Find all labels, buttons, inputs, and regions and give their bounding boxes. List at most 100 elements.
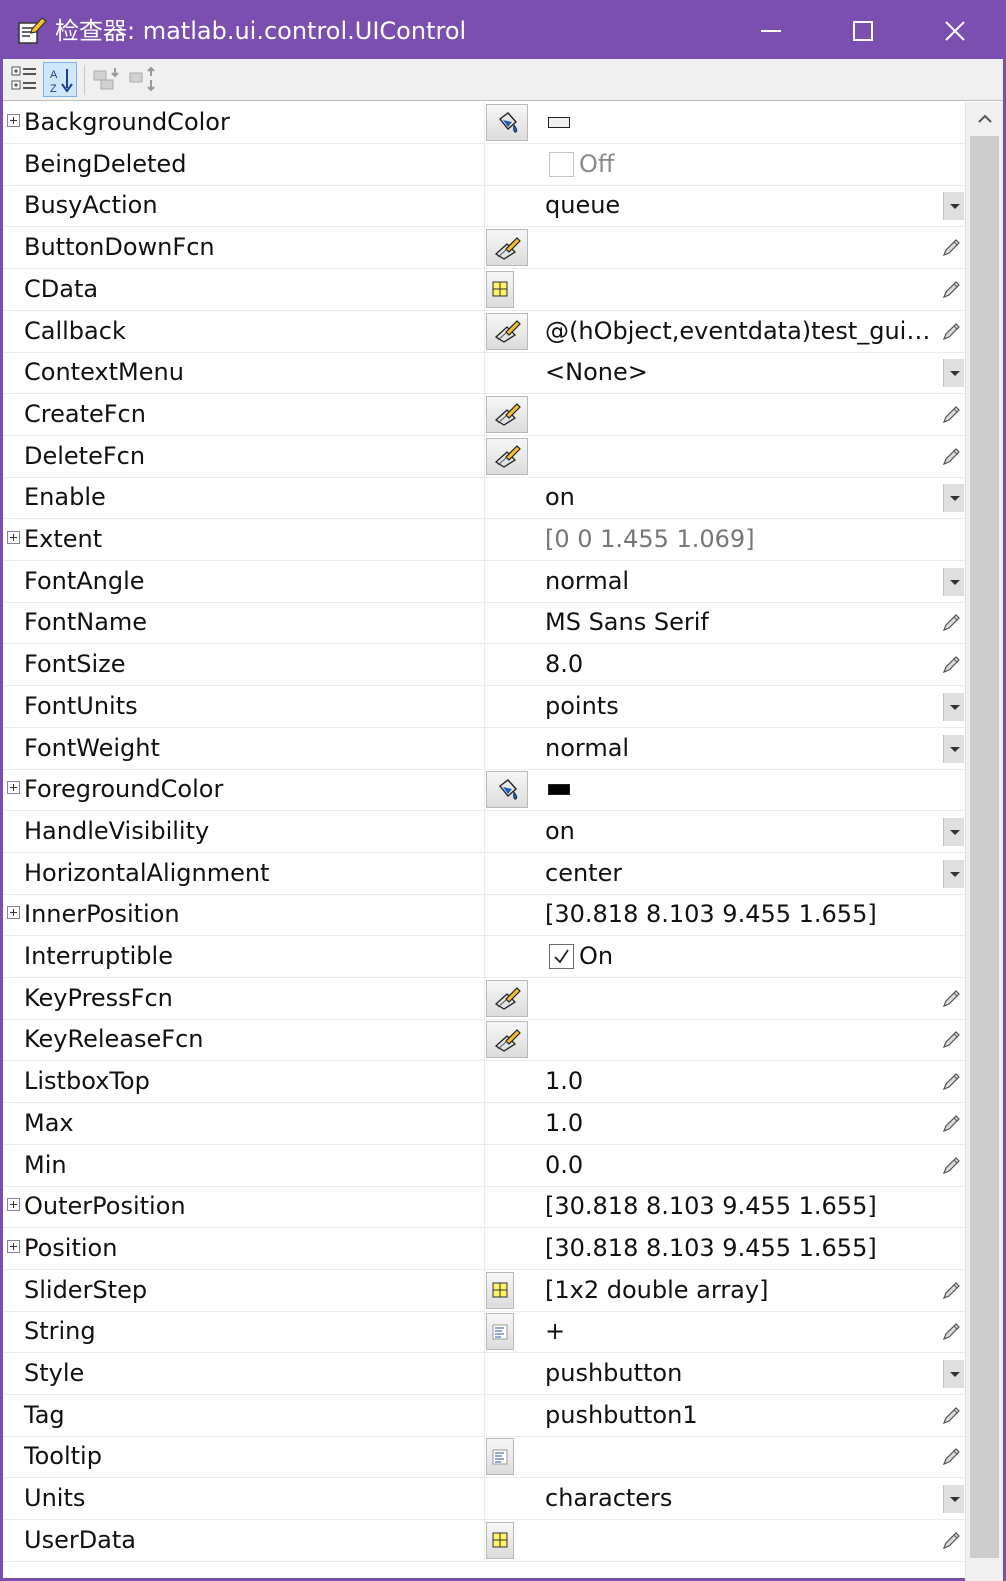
dropdown-arrow[interactable]	[943, 734, 964, 763]
pencil-icon[interactable]	[941, 1404, 963, 1426]
pencil-icon[interactable]	[941, 1070, 963, 1092]
expand-toggle[interactable]	[7, 114, 20, 127]
dropdown-arrow[interactable]	[943, 692, 964, 721]
matrix-editor-button[interactable]	[486, 1271, 514, 1309]
property-row-callback[interactable]: Callback @(hObject,eventdata)test_gui('p.…	[3, 310, 965, 353]
callback-editor-button[interactable]	[486, 395, 528, 433]
property-value[interactable]: @(hObject,eventdata)test_gui('p...	[545, 311, 935, 352]
text-editor-button[interactable]	[486, 1438, 514, 1476]
property-row-button-down-fcn[interactable]: ButtonDownFcn	[3, 227, 965, 270]
property-row-being-deleted[interactable]: BeingDeleted Off	[3, 143, 965, 186]
dropdown-arrow[interactable]	[943, 1485, 964, 1514]
property-value[interactable]: normal	[545, 728, 629, 769]
expand-toggle[interactable]	[7, 906, 20, 920]
property-row-max[interactable]: Max 1.0	[3, 1102, 965, 1145]
title-bar[interactable]: 检查器: matlab.ui.control.UIControl	[3, 3, 1003, 59]
callback-editor-button[interactable]	[486, 1021, 528, 1059]
property-row-units[interactable]: Units characters	[3, 1478, 965, 1521]
pencil-icon[interactable]	[941, 236, 963, 258]
property-row-tag[interactable]: Tag pushbutton1	[3, 1394, 965, 1437]
pencil-icon[interactable]	[941, 1154, 963, 1176]
color-editor-button[interactable]	[486, 771, 528, 809]
pencil-icon[interactable]	[941, 445, 963, 467]
expand-toggle[interactable]	[7, 1198, 20, 1212]
property-row-foreground-color[interactable]: ForegroundColor	[3, 769, 965, 812]
maximize-button[interactable]	[817, 3, 909, 59]
property-row-user-data[interactable]: UserData	[3, 1519, 965, 1562]
callback-editor-button[interactable]	[486, 437, 528, 475]
property-row-min[interactable]: Min 0.0	[3, 1144, 965, 1187]
pencil-icon[interactable]	[941, 611, 963, 633]
dropdown-arrow[interactable]	[943, 484, 964, 513]
expand-toggle[interactable]	[7, 531, 20, 544]
property-value[interactable]: on	[545, 811, 575, 852]
pencil-icon[interactable]	[941, 278, 963, 300]
property-row-busy-action[interactable]: BusyAction queue	[3, 185, 965, 228]
callback-editor-button[interactable]	[486, 979, 528, 1017]
expand-toggle[interactable]	[7, 781, 20, 795]
property-value[interactable]: MS Sans Serif	[545, 602, 709, 643]
dropdown-arrow[interactable]	[943, 567, 964, 596]
pencil-icon[interactable]	[941, 1445, 963, 1467]
sort-alphabetical-button[interactable]: A Z	[43, 62, 77, 97]
property-value[interactable]: +	[545, 1311, 565, 1352]
callback-editor-button[interactable]	[486, 229, 528, 267]
property-value[interactable]: [30.818 8.103 9.455 1.655]	[545, 1228, 877, 1269]
dropdown-arrow[interactable]	[943, 192, 964, 221]
property-row-inner-position[interactable]: InnerPosition [30.818 8.103 9.455 1.655]	[3, 894, 965, 937]
property-value[interactable]: points	[545, 686, 619, 727]
scroll-up-button[interactable]	[966, 102, 1004, 136]
pencil-icon[interactable]	[941, 320, 963, 342]
property-row-horizontal-alignment[interactable]: HorizontalAlignment center	[3, 852, 965, 895]
text-editor-button[interactable]	[486, 1313, 514, 1351]
property-value[interactable]: 0.0	[545, 1145, 583, 1186]
property-row-style[interactable]: Style pushbutton	[3, 1353, 965, 1395]
callback-editor-button[interactable]	[486, 312, 528, 350]
pencil-icon[interactable]	[941, 653, 963, 675]
property-value[interactable]: queue	[545, 185, 620, 226]
property-row-handle-visibility[interactable]: HandleVisibility on	[3, 810, 965, 853]
property-row-cdata[interactable]: CData	[3, 268, 965, 311]
property-value[interactable]: [30.818 8.103 9.455 1.655]	[545, 894, 877, 935]
dropdown-arrow[interactable]	[943, 359, 964, 388]
property-row-key-press-fcn[interactable]: KeyPressFcn	[3, 977, 965, 1020]
minimize-button[interactable]	[725, 3, 817, 59]
property-row-delete-fcn[interactable]: DeleteFcn	[3, 435, 965, 478]
property-value[interactable]: [1x2 double array]	[545, 1270, 768, 1311]
property-row-extent[interactable]: Extent [0 0 1.455 1.069]	[3, 519, 965, 561]
property-row-enable[interactable]: Enable on	[3, 477, 965, 520]
pencil-icon[interactable]	[941, 1112, 963, 1134]
color-editor-button[interactable]	[486, 104, 528, 141]
matrix-editor-button[interactable]	[486, 270, 514, 308]
property-row-key-release-fcn[interactable]: KeyReleaseFcn	[3, 1019, 965, 1062]
scrollbar-thumb[interactable]	[970, 136, 999, 1558]
property-row-tooltip[interactable]: Tooltip	[3, 1436, 965, 1479]
property-row-create-fcn[interactable]: CreateFcn	[3, 393, 965, 436]
property-value[interactable]: pushbutton	[545, 1353, 682, 1394]
property-value[interactable]: pushbutton1	[545, 1395, 698, 1436]
property-value[interactable]: normal	[545, 561, 629, 602]
dropdown-arrow[interactable]	[943, 1360, 964, 1388]
property-row-string[interactable]: String +	[3, 1311, 965, 1354]
dropdown-arrow[interactable]	[943, 859, 964, 888]
value-checkbox[interactable]	[549, 944, 574, 969]
property-value[interactable]: [30.818 8.103 9.455 1.655]	[545, 1186, 877, 1227]
property-value[interactable]: center	[545, 853, 622, 894]
expand-toggle[interactable]	[7, 1239, 20, 1253]
vertical-scrollbar[interactable]	[965, 102, 1003, 1581]
collapse-all-button[interactable]	[124, 62, 158, 97]
property-row-slider-step[interactable]: SliderStep [1x2 double array]	[3, 1269, 965, 1312]
property-value[interactable]: 8.0	[545, 644, 583, 685]
pencil-icon[interactable]	[941, 1279, 963, 1301]
property-row-outer-position[interactable]: OuterPosition [30.818 8.103 9.455 1.655]	[3, 1186, 965, 1229]
property-value[interactable]: 1.0	[545, 1061, 583, 1102]
property-row-font-units[interactable]: FontUnits points	[3, 685, 965, 728]
property-row-interruptible[interactable]: Interruptible On	[3, 936, 965, 978]
property-row-font-size[interactable]: FontSize 8.0	[3, 644, 965, 687]
property-row-listbox-top[interactable]: ListboxTop 1.0	[3, 1061, 965, 1104]
property-row-context-menu[interactable]: ContextMenu <None>	[3, 352, 965, 395]
property-row-background-color[interactable]: BackgroundColor	[3, 102, 965, 144]
pencil-icon[interactable]	[941, 987, 963, 1009]
close-button[interactable]	[909, 3, 1001, 59]
dropdown-arrow[interactable]	[943, 817, 964, 846]
